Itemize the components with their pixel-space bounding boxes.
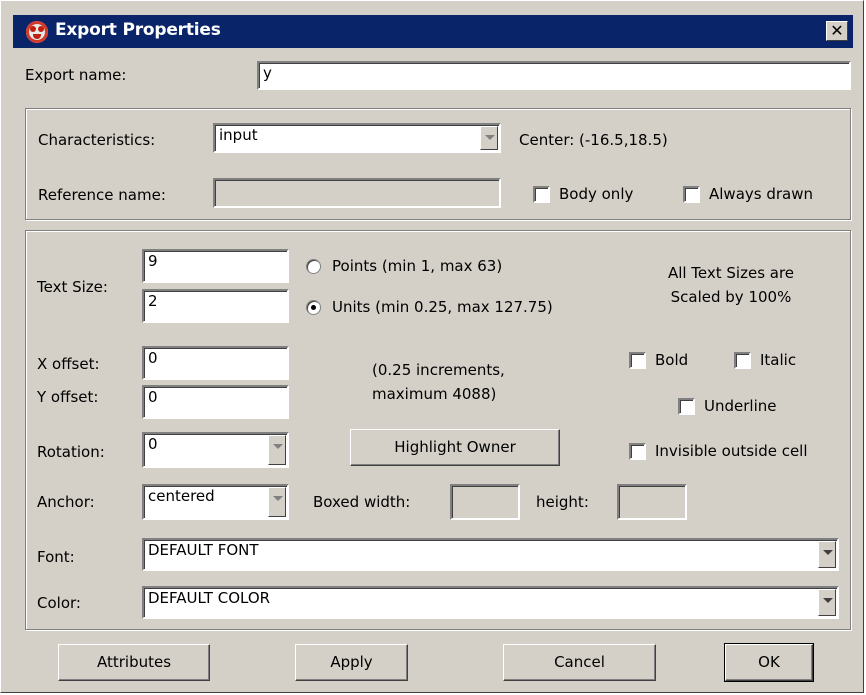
points-radio[interactable]: Points (min 1, max 63)	[306, 257, 502, 275]
characteristics-label: Characteristics:	[38, 131, 156, 149]
bold-label: Bold	[655, 351, 689, 369]
anchor-label: Anchor:	[37, 493, 95, 511]
title-bar[interactable]: Export Properties ✕	[13, 15, 853, 48]
boxed-height-label: height:	[536, 493, 589, 511]
always-drawn-checkbox[interactable]: Always drawn	[683, 185, 813, 203]
radio-dot	[306, 258, 321, 274]
chevron-down-icon[interactable]	[818, 541, 836, 568]
units-radio[interactable]: Units (min 0.25, max 127.75)	[306, 298, 553, 316]
highlight-owner-button[interactable]: Highlight Owner	[350, 429, 560, 466]
chevron-down-icon[interactable]	[818, 589, 836, 616]
apply-button[interactable]: Apply	[295, 644, 408, 681]
export-properties-dialog: Export Properties ✕ Export name: y Chara…	[0, 0, 864, 693]
units-radio-label: Units (min 0.25, max 127.75)	[332, 298, 553, 316]
checkbox-box	[629, 351, 646, 369]
chevron-down-icon[interactable]	[268, 487, 286, 517]
radio-dot-selected	[306, 299, 321, 315]
center-readout: Center: (-16.5,18.5)	[519, 131, 668, 149]
italic-label: Italic	[760, 351, 797, 369]
always-drawn-label: Always drawn	[709, 185, 814, 203]
rotation-select[interactable]: 0	[142, 432, 289, 468]
y-offset-input[interactable]: 0	[142, 385, 289, 419]
offset-note-line2: maximum 4088)	[372, 385, 497, 403]
window-title: Export Properties	[55, 20, 221, 40]
x-offset-label: X offset:	[37, 355, 100, 373]
text-size-units-input[interactable]: 2	[142, 289, 289, 323]
color-select[interactable]: DEFAULT COLOR	[142, 586, 839, 619]
color-value: DEFAULT COLOR	[148, 589, 271, 607]
anchor-value: centered	[148, 487, 215, 505]
underline-checkbox[interactable]: Underline	[678, 397, 776, 415]
cancel-button[interactable]: Cancel	[503, 644, 656, 681]
text-size-points-input[interactable]: 9	[142, 249, 289, 283]
offset-note-line1: (0.25 increments,	[372, 361, 505, 379]
export-name-input[interactable]: y	[257, 61, 851, 90]
reference-name-input[interactable]	[213, 178, 501, 208]
close-icon[interactable]: ✕	[826, 21, 848, 41]
boxed-width-label: Boxed width:	[313, 493, 411, 511]
ok-button[interactable]: OK	[724, 643, 814, 682]
reference-name-label: Reference name:	[38, 186, 166, 204]
app-face-icon	[26, 21, 48, 43]
chevron-down-icon[interactable]	[480, 126, 498, 150]
points-radio-label: Points (min 1, max 63)	[332, 257, 503, 275]
text-size-label: Text Size:	[37, 278, 108, 296]
invisible-outside-cell-checkbox[interactable]: Invisible outside cell	[629, 442, 808, 460]
font-label: Font:	[37, 548, 75, 566]
invisible-outside-cell-label: Invisible outside cell	[655, 442, 808, 460]
scale-note-line2: Scaled by 100%	[670, 288, 792, 306]
x-offset-input[interactable]: 0	[142, 346, 289, 380]
checkbox-box	[533, 185, 550, 203]
y-offset-label: Y offset:	[37, 388, 99, 406]
characteristics-value: input	[219, 126, 258, 144]
font-select[interactable]: DEFAULT FONT	[142, 538, 839, 571]
body-only-checkbox[interactable]: Body only	[533, 185, 633, 203]
italic-checkbox[interactable]: Italic	[734, 351, 796, 369]
checkbox-box	[683, 185, 700, 203]
export-name-label: Export name:	[25, 66, 127, 84]
attributes-button[interactable]: Attributes	[58, 644, 210, 681]
boxed-width-input[interactable]	[450, 484, 520, 520]
bold-checkbox[interactable]: Bold	[629, 351, 688, 369]
anchor-select[interactable]: centered	[142, 484, 289, 520]
chevron-down-icon[interactable]	[268, 435, 286, 465]
underline-label: Underline	[704, 397, 777, 415]
characteristics-select[interactable]: input	[213, 123, 501, 153]
rotation-value: 0	[148, 435, 158, 453]
checkbox-box	[678, 397, 695, 415]
boxed-height-input[interactable]	[617, 484, 687, 520]
color-label: Color:	[37, 594, 81, 612]
font-value: DEFAULT FONT	[148, 541, 259, 559]
checkbox-box	[734, 351, 751, 369]
body-only-label: Body only	[559, 185, 634, 203]
checkbox-box	[629, 442, 646, 460]
scale-note-line1: All Text Sizes are	[667, 264, 795, 282]
rotation-label: Rotation:	[37, 443, 105, 461]
